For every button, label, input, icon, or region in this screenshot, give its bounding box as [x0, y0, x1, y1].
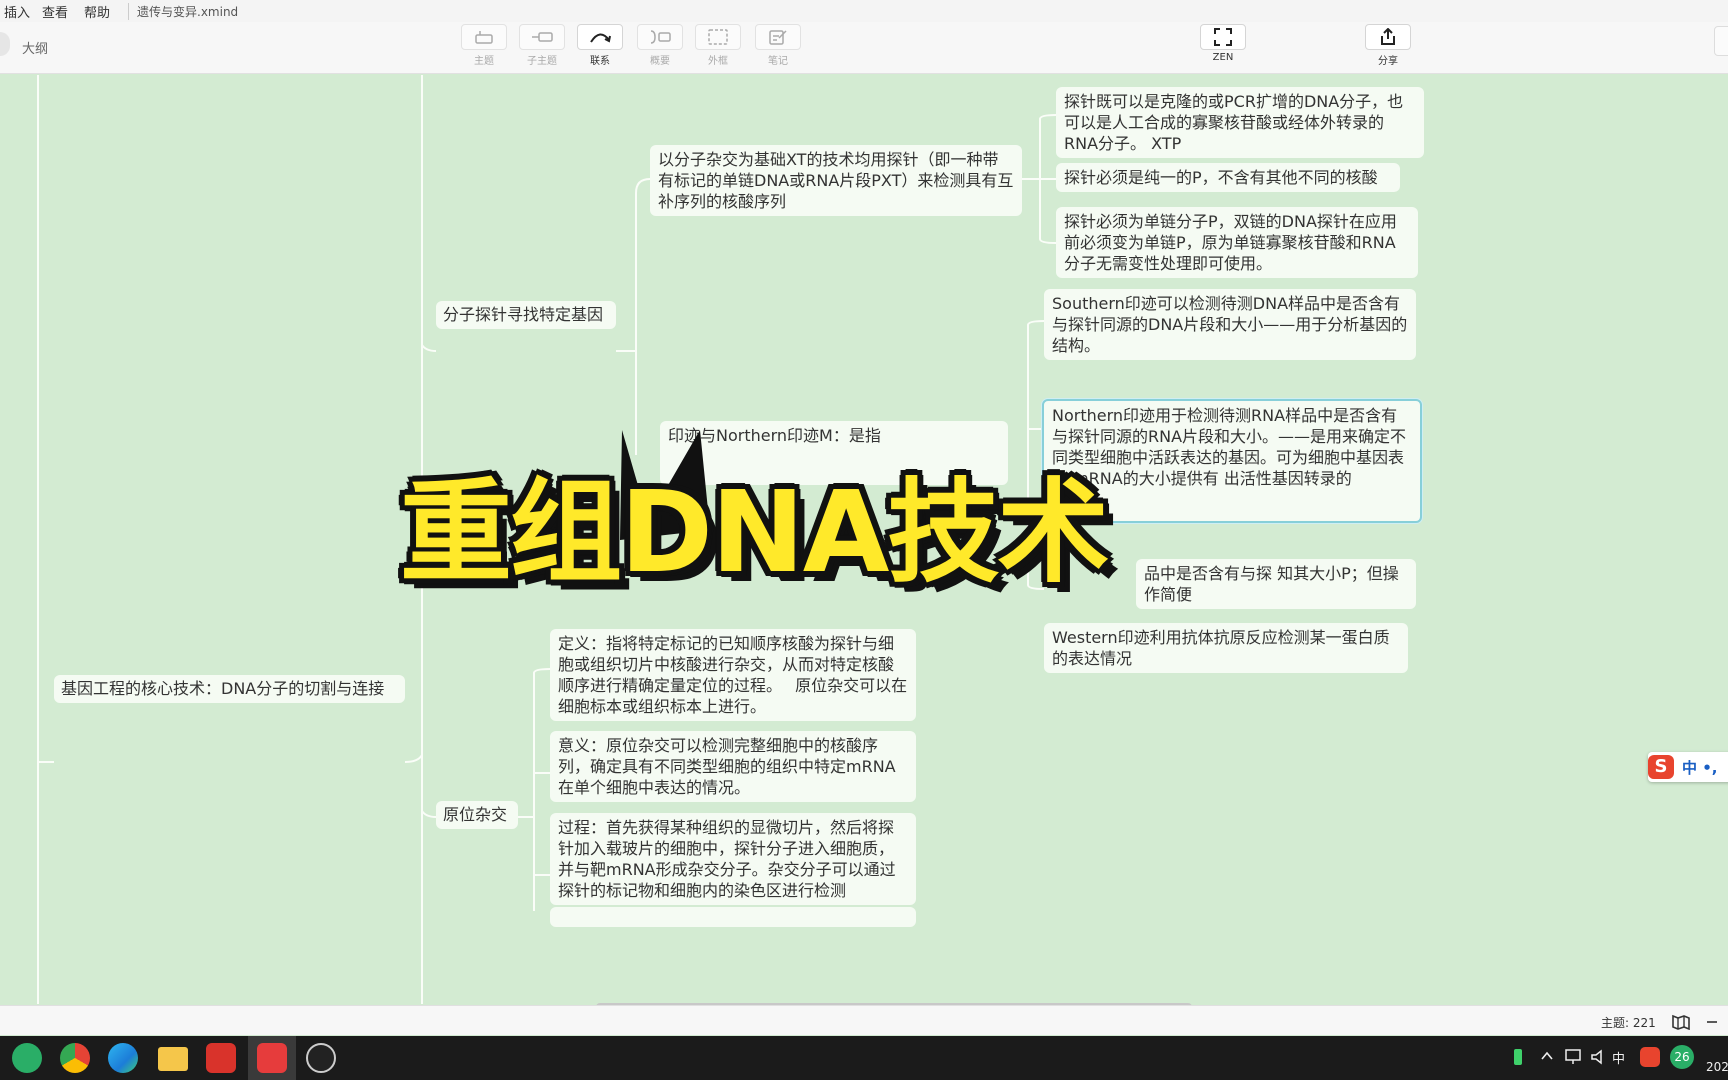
- probe-topic[interactable]: 分子探针寻找特定基因: [436, 301, 616, 329]
- probe-note-node[interactable]: 探针既可以是克隆的或PCR扩增的DNA分子，也可以是人工合成的寡聚核苷酸或经体外…: [1056, 87, 1424, 158]
- summary-button-label: 概要: [650, 56, 670, 67]
- share-icon: [1381, 28, 1395, 45]
- toolbar: 大纲 主题 子主题 联系 概要 外框 笔记 ZEN 分享: [0, 22, 1728, 74]
- fullscreen-icon: [1214, 28, 1232, 46]
- zen-button-label: ZEN: [1212, 52, 1234, 63]
- blot-note-node[interactable]: Southern印迹可以检测待测DNA样品中是否含有与探针同源的DNA片段和大小…: [1044, 289, 1416, 360]
- note-button-label: 笔记: [768, 56, 788, 67]
- share-button-label: 分享: [1378, 56, 1398, 67]
- menu-insert[interactable]: 插入: [4, 2, 30, 21]
- share-button[interactable]: 分享: [1364, 24, 1412, 67]
- ime-mode-text[interactable]: 中 •,: [1682, 757, 1718, 778]
- xmind-icon[interactable]: [257, 1043, 287, 1073]
- outline-toggle[interactable]: [0, 32, 10, 56]
- sogou-tray-icon[interactable]: [1640, 1047, 1660, 1067]
- zoom-out-icon[interactable]: [1706, 1020, 1718, 1024]
- in-situ-note-node[interactable]: 定义：指将特定标记的已知顺序核酸为探针与细胞或组织切片中核酸进行杂交，从而对特定…: [550, 629, 916, 721]
- blot-note-node[interactable]: 品中是否含有与探 知其大小P；但操作简便: [1136, 559, 1416, 609]
- sogou-ime-icon: S: [1648, 755, 1674, 779]
- probe-note-node[interactable]: 探针必须为单链分子P，双链的DNA探针在应用前必须变为单链P，原为单链寡聚核苷酸…: [1056, 207, 1418, 278]
- map-view-icon[interactable]: [1672, 1014, 1690, 1030]
- in-situ-note-node[interactable]: 意义：原位杂交可以检测完整细胞中的核酸序列，确定具有不同类型细胞的组织中特定mR…: [550, 731, 916, 802]
- summary-button[interactable]: 概要: [636, 24, 684, 67]
- subtopic-button[interactable]: 子主题: [518, 24, 566, 67]
- probe-note-node[interactable]: 探针必须是纯一的P，不含有其他不同的核酸: [1056, 163, 1400, 192]
- chevron-up-icon[interactable]: [1540, 1050, 1554, 1062]
- in-situ-note-node[interactable]: 过程：首先获得某种组织的显微切片，然后将探针加入载玻片的细胞中，探针分子进入细胞…: [550, 813, 916, 905]
- topic-button[interactable]: 主题: [460, 24, 508, 67]
- ime-floating-bar[interactable]: S 中 •,: [1648, 752, 1728, 782]
- relationship-button-label: 联系: [590, 56, 610, 67]
- notification-badge[interactable]: 26: [1670, 1045, 1694, 1069]
- network-icon[interactable]: [1564, 1048, 1582, 1066]
- boundary-icon: [708, 29, 728, 45]
- topic-icon: [475, 31, 493, 44]
- menu-view[interactable]: 查看: [42, 2, 68, 21]
- topic-button-label: 主题: [474, 56, 494, 67]
- root-branch-topic[interactable]: 基因工程的核心技术：DNA分子的切割与连接: [54, 675, 405, 703]
- relationship-button[interactable]: 联系: [576, 24, 624, 67]
- subtopic-icon: [532, 32, 553, 42]
- boundary-button-label: 外框: [708, 56, 728, 67]
- outline-label[interactable]: 大纲: [22, 38, 48, 57]
- probe-definition-node[interactable]: 以分子杂交为基础XT的技术均用探针（即一种带有标记的单链DNA或RNA片段PXT…: [650, 145, 1022, 216]
- boundary-button[interactable]: 外框: [694, 24, 742, 67]
- relationship-icon: [590, 33, 611, 43]
- file-explorer-icon[interactable]: [158, 1047, 188, 1071]
- chrome-icon[interactable]: [60, 1043, 90, 1073]
- in-situ-topic[interactable]: 原位杂交: [436, 801, 518, 829]
- taskbar: 中 26 202: [0, 1036, 1728, 1080]
- blot-note-node[interactable]: Western印迹利用抗体抗原反应检测某一蛋白质的表达情况: [1044, 623, 1408, 673]
- wechat-icon[interactable]: [12, 1043, 42, 1073]
- menu-help[interactable]: 帮助: [84, 2, 110, 21]
- volume-icon[interactable]: [1590, 1048, 1608, 1066]
- summary-icon: [650, 30, 671, 44]
- screen-recorder-icon[interactable]: [306, 1043, 336, 1073]
- battery-icon[interactable]: [1514, 1049, 1522, 1065]
- edge-icon[interactable]: [108, 1043, 138, 1073]
- status-bar: 主题: 221: [0, 1005, 1728, 1035]
- input-language-indicator[interactable]: 中: [1612, 1048, 1625, 1067]
- topic-count: 主题: 221: [1601, 1016, 1656, 1030]
- overlay-title-banner: 重组DNA技术: [400, 468, 1109, 598]
- note-button[interactable]: 笔记: [754, 24, 802, 67]
- clock-text[interactable]: 202: [1706, 1060, 1728, 1074]
- note-icon: [769, 30, 787, 45]
- document-filename: 遗传与变异.xmind: [128, 3, 238, 20]
- wps-icon[interactable]: [206, 1043, 236, 1073]
- in-situ-note-node-partial[interactable]: [550, 907, 916, 927]
- zen-button[interactable]: ZEN: [1199, 24, 1247, 63]
- menu-bar: 插入 查看 帮助 遗传与变异.xmind: [0, 0, 1728, 22]
- panel-toggle-button[interactable]: [1714, 26, 1728, 56]
- subtopic-button-label: 子主题: [527, 56, 557, 67]
